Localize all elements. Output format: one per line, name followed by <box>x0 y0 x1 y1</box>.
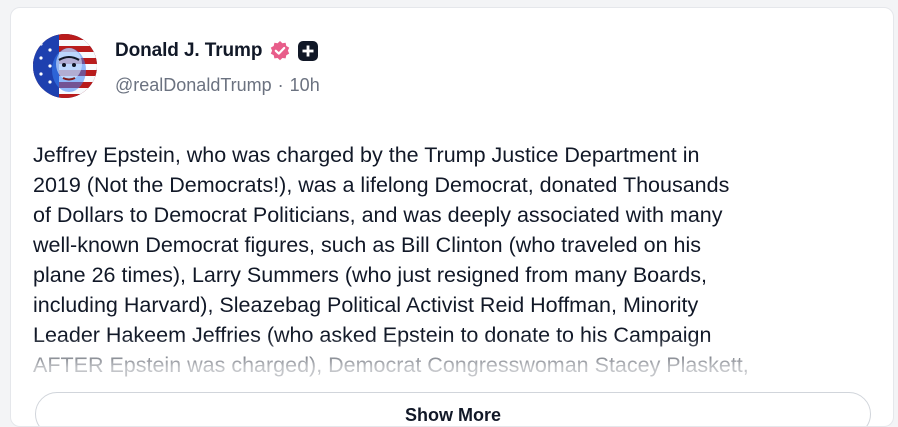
separator-dot: · <box>277 75 284 95</box>
plus-badge-icon <box>298 41 319 61</box>
post-header: Donald J. Trump @realDonaldTrump · 10h <box>33 34 320 98</box>
post-timestamp[interactable]: 10h <box>290 75 320 96</box>
post-card: Donald J. Trump @realDonaldTrump · 10h J… <box>10 7 894 427</box>
author-display-name[interactable]: Donald J. Trump <box>115 40 262 62</box>
author-meta: Donald J. Trump @realDonaldTrump · 10h <box>115 40 320 96</box>
name-row: Donald J. Trump <box>115 40 320 62</box>
handle-row: @realDonaldTrump · 10h <box>115 75 320 96</box>
avatar[interactable] <box>33 34 97 98</box>
post-body-text: Jeffrey Epstein, who was charged by the … <box>33 143 749 377</box>
author-handle[interactable]: @realDonaldTrump <box>115 75 272 96</box>
verified-badge-icon <box>269 40 291 62</box>
show-more-button[interactable]: Show More <box>35 392 871 426</box>
flag-portrait-avatar-icon <box>33 34 97 98</box>
